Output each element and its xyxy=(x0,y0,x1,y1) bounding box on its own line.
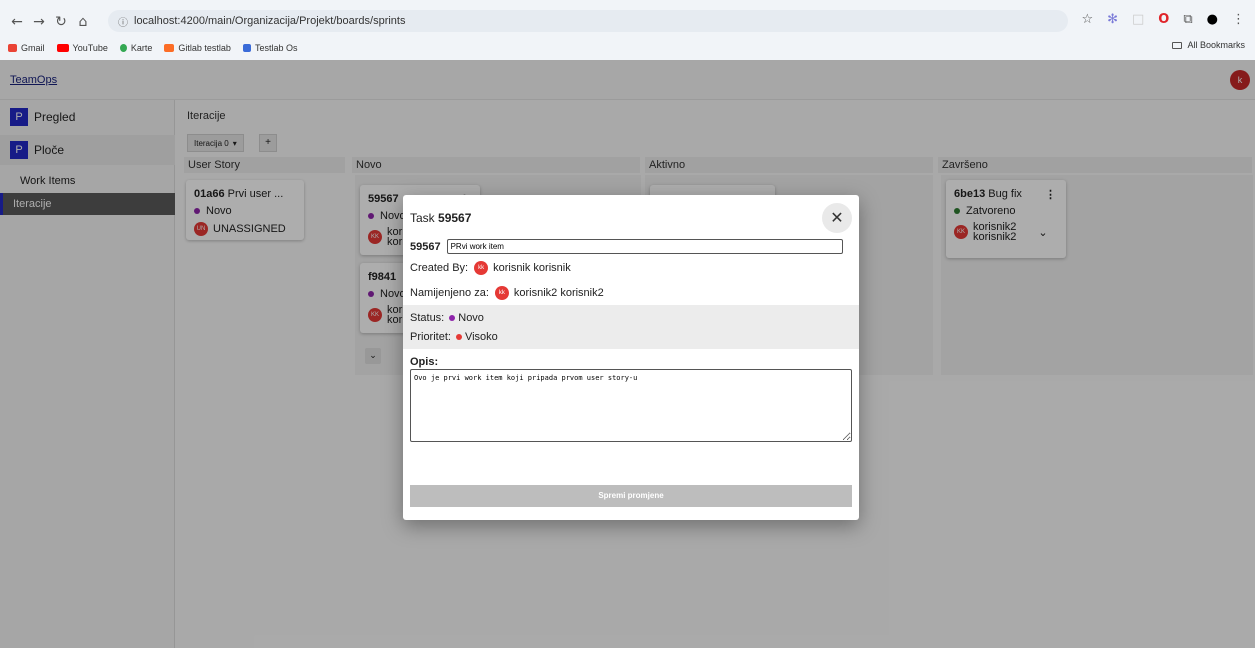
bookmark-testlab[interactable]: Testlab Os xyxy=(242,43,297,53)
gmail-icon xyxy=(8,44,17,52)
created-by-value: korisnik korisnik xyxy=(493,262,571,274)
dialog-title: Task 59567 xyxy=(410,211,472,225)
reload-icon[interactable]: ↻ xyxy=(50,14,72,30)
created-by-row: Created By: kk korisnik korisnik xyxy=(410,261,571,275)
testlab-icon xyxy=(242,44,251,52)
maps-pin-icon xyxy=(119,44,127,52)
folder-icon xyxy=(1172,41,1183,49)
youtube-icon xyxy=(56,44,69,52)
bookmark-star-icon[interactable]: ☆ xyxy=(1081,12,1093,27)
assigned-row: Namijenjeno za: kk korisnik2 korisnik2 xyxy=(410,286,604,300)
url-text: localhost:4200/main/Organizacija/Projekt… xyxy=(134,15,406,27)
priority-dot xyxy=(455,334,462,340)
bookmark-gmail[interactable]: Gmail xyxy=(8,43,45,53)
browser-chrome: ← → ↻ ⌂ ⓘ localhost:4200/main/Organizaci… xyxy=(0,0,1255,60)
opera-icon[interactable]: O xyxy=(1158,12,1169,27)
status-label: Status: xyxy=(410,312,445,324)
status-row[interactable]: Status: Novo xyxy=(410,312,484,324)
all-bookmarks[interactable]: All Bookmarks xyxy=(1172,40,1245,50)
description-textarea[interactable]: Ovo je prvi work item koji pripada prvom… xyxy=(410,369,852,442)
priority-row[interactable]: Prioritet: Visoko xyxy=(410,331,498,343)
bookmark-karte[interactable]: Karte xyxy=(119,43,152,53)
status-value: Novo xyxy=(458,312,484,324)
site-info-icon[interactable]: ⓘ xyxy=(118,14,128,29)
assigned-label: Namijenjeno za: xyxy=(410,287,489,299)
assignee-avatar: kk xyxy=(494,286,509,300)
back-icon[interactable]: ← xyxy=(6,14,28,30)
bookmark-youtube[interactable]: YouTube xyxy=(56,43,108,53)
save-button[interactable]: Spremi promjene xyxy=(410,485,852,507)
creator-avatar: kk xyxy=(474,261,489,275)
profile-icon[interactable]: ● xyxy=(1207,12,1218,27)
priority-value: Visoko xyxy=(464,331,498,343)
address-bar[interactable]: ⓘ localhost:4200/main/Organizacija/Proje… xyxy=(108,10,1068,32)
priority-label: Prioritet: xyxy=(410,331,451,343)
title-row: 59567 xyxy=(410,239,843,254)
task-dialog: Task 59567 ✕ 59567 Created By: kk korisn… xyxy=(403,195,859,520)
extension-icon[interactable]: ✻ xyxy=(1107,12,1118,27)
menu-icon[interactable]: ⋮ xyxy=(1232,12,1245,27)
item-id: 59567 xyxy=(410,240,441,253)
forward-icon[interactable]: → xyxy=(28,14,50,30)
status-dot xyxy=(449,315,456,321)
close-icon: ✕ xyxy=(830,208,844,227)
bookmark-gitlab[interactable]: Gitlab testlab xyxy=(164,43,231,53)
gitlab-icon xyxy=(164,44,175,52)
extensions-puzzle-icon[interactable]: ⧉ xyxy=(1183,12,1192,27)
title-input[interactable] xyxy=(446,239,843,254)
description-label: Opis: xyxy=(410,356,439,368)
created-by-label: Created By: xyxy=(410,262,469,274)
bookmarks-bar: Gmail YouTube Karte Gitlab testlab Testl… xyxy=(0,39,1255,57)
extension-box-icon[interactable]: □ xyxy=(1132,12,1144,27)
home-icon[interactable]: ⌂ xyxy=(72,14,94,30)
close-button[interactable]: ✕ xyxy=(822,203,852,233)
assigned-value[interactable]: korisnik2 korisnik2 xyxy=(514,287,604,299)
